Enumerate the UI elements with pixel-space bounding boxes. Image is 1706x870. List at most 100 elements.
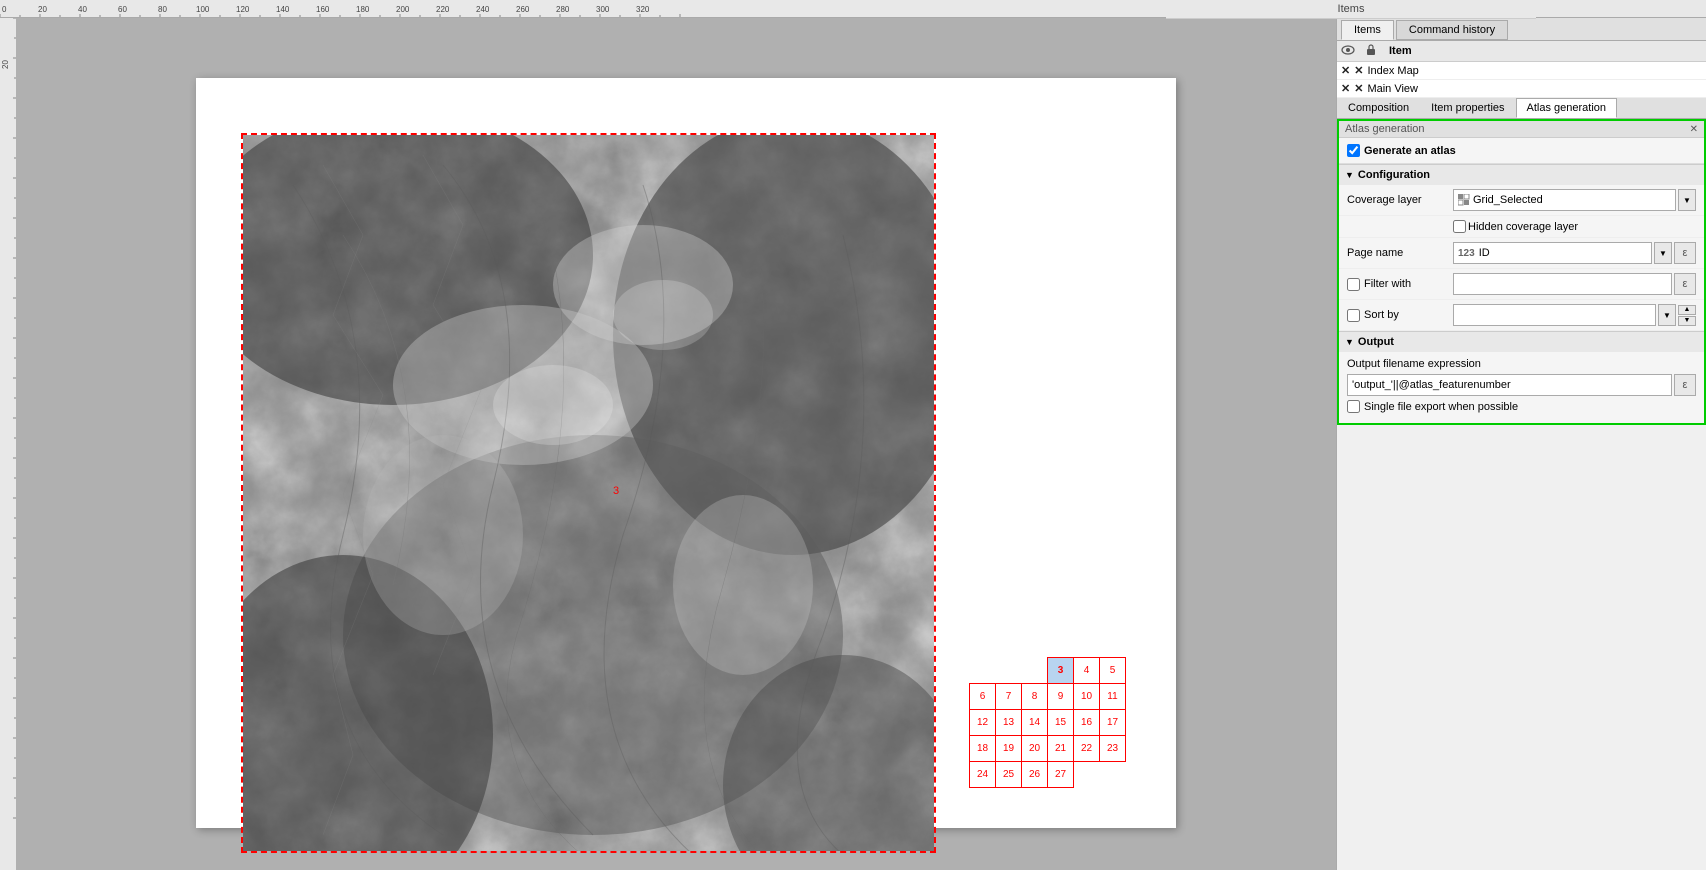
page-name-value: ID [1479, 247, 1490, 259]
tab-items[interactable]: Items [1341, 20, 1394, 40]
generate-atlas-checkbox[interactable] [1347, 144, 1360, 157]
items-header: Item [1337, 41, 1706, 62]
output-filename-input[interactable] [1347, 374, 1672, 396]
item-row-main-view[interactable]: ✕ ✕ Main View [1337, 80, 1706, 98]
svg-text:120: 120 [236, 5, 250, 14]
hidden-coverage-text: Hidden coverage layer [1468, 221, 1578, 233]
filter-with-checkbox[interactable] [1347, 278, 1360, 291]
sort-by-input[interactable] [1453, 304, 1656, 326]
coverage-layer-value: Grid_Selected [1473, 194, 1543, 206]
single-file-label: Single file export when possible [1364, 401, 1518, 413]
svg-text:20: 20 [1, 60, 10, 69]
page-name-dropdown[interactable]: ▼ [1654, 242, 1672, 264]
svg-text:20: 20 [38, 5, 47, 14]
item-name-main: Main View [1367, 83, 1702, 95]
props-content: Atlas generation ✕ Generate an atlas ▼ [1337, 119, 1706, 870]
items-panel: Item ✕ ✕ Index Map ✕ ✕ Main View [1337, 41, 1706, 98]
page-white: 3 34567891011121314151617181920212223242… [196, 78, 1176, 828]
col-eye-icon [1341, 44, 1361, 59]
atlas-section-label: Atlas generation [1345, 123, 1425, 135]
coverage-layer-field-group: Grid_Selected ▼ [1453, 189, 1696, 211]
config-section: ▼ Configuration Coverage layer Grid_Sele… [1339, 164, 1704, 331]
svg-text:0: 0 [2, 5, 7, 14]
tab-command-history[interactable]: Command history [1396, 20, 1508, 40]
sort-by-label: Sort by [1364, 309, 1464, 321]
single-file-row: Single file export when possible [1347, 396, 1696, 417]
output-section-title[interactable]: ▼ Output [1339, 332, 1704, 352]
page-name-field[interactable]: 123 ID [1453, 242, 1652, 264]
generate-atlas-label[interactable]: Generate an atlas [1347, 144, 1456, 157]
generate-row: Generate an atlas [1339, 138, 1704, 164]
page-name-epsilon-btn[interactable]: ε [1674, 242, 1696, 264]
filter-with-input[interactable] [1453, 273, 1672, 295]
filter-with-label: Filter with [1364, 278, 1464, 290]
tab-composition[interactable]: Composition [1337, 98, 1420, 118]
svg-text:140: 140 [276, 5, 290, 14]
output-section: ▼ Output Output filename expression ε [1339, 331, 1704, 423]
filter-with-row: Filter with ε [1339, 269, 1704, 300]
svg-text:40: 40 [78, 5, 87, 14]
tab-atlas-generation[interactable]: Atlas generation [1516, 98, 1618, 118]
svg-text:220: 220 [436, 5, 450, 14]
coverage-layer-label: Coverage layer [1347, 194, 1447, 206]
id-icon: 123 [1458, 248, 1475, 259]
svg-text:260: 260 [516, 5, 530, 14]
filter-epsilon-btn[interactable]: ε [1674, 273, 1696, 295]
page-name-field-group: 123 ID ▼ ε [1453, 242, 1696, 264]
page-name-label: Page name [1347, 247, 1447, 259]
atlas-section-header: Atlas generation ✕ [1339, 121, 1704, 138]
ruler-left: 20 [0, 18, 16, 870]
sort-direction-btns: ▲ ▼ [1678, 305, 1696, 326]
single-file-checkbox[interactable] [1347, 400, 1360, 413]
visibility-icon-main[interactable]: ✕ [1341, 82, 1350, 95]
col-lock-icon [1365, 43, 1385, 59]
output-filename-label: Output filename expression [1347, 358, 1696, 370]
config-section-title[interactable]: ▼ Configuration [1339, 165, 1704, 185]
page-name-row: Page name 123 ID ▼ ε [1339, 238, 1704, 269]
props-tabs: Composition Item properties Atlas genera… [1337, 98, 1706, 119]
sort-by-row: Sort by ▼ ▲ ▼ [1339, 300, 1704, 331]
output-content: Output filename expression ε Single file… [1339, 352, 1704, 423]
config-arrow-icon: ▼ [1345, 170, 1354, 180]
top-panel-tabs: ItemsCommand history [1337, 18, 1706, 41]
right-panel: ItemsCommand history Item ✕ ✕ Index Map … [1336, 18, 1706, 870]
visibility-icon-index[interactable]: ✕ [1341, 64, 1350, 77]
svg-text:200: 200 [396, 5, 410, 14]
sort-up-btn[interactable]: ▲ [1678, 305, 1696, 315]
svg-text:300: 300 [596, 5, 610, 14]
output-epsilon-btn[interactable]: ε [1674, 374, 1696, 396]
map-terrain: 3 [243, 135, 934, 851]
hidden-coverage-field-group: Hidden coverage layer [1453, 220, 1696, 233]
sort-down-btn[interactable]: ▼ [1678, 316, 1696, 326]
svg-text:100: 100 [196, 5, 210, 14]
lock-icon-main[interactable]: ✕ [1354, 82, 1363, 95]
output-field-row: ε [1347, 374, 1696, 396]
sort-by-field-group: ▼ ▲ ▼ [1453, 304, 1696, 326]
index-grid: 3456789101112131415161718192021222324252… [969, 657, 1126, 788]
config-title-label: Configuration [1358, 169, 1430, 181]
sort-by-checkbox[interactable] [1347, 309, 1360, 322]
svg-text:280: 280 [556, 5, 570, 14]
hidden-coverage-row: Hidden coverage layer [1339, 216, 1704, 238]
items-col-header: Item [1389, 45, 1702, 57]
svg-text:240: 240 [476, 5, 490, 14]
lock-icon-index[interactable]: ✕ [1354, 64, 1363, 77]
item-row-index-map[interactable]: ✕ ✕ Index Map [1337, 62, 1706, 80]
svg-text:160: 160 [316, 5, 330, 14]
hidden-coverage-checkbox[interactable] [1453, 220, 1466, 233]
atlas-panel: Atlas generation ✕ Generate an atlas ▼ [1337, 119, 1706, 425]
output-title-label: Output [1358, 336, 1394, 348]
items-center-label: Items [1166, 0, 1536, 19]
svg-text:180: 180 [356, 5, 370, 14]
section-close-btn[interactable]: ✕ [1690, 124, 1698, 135]
coverage-layer-row: Coverage layer Grid_Selected ▼ [1339, 185, 1704, 216]
sort-by-dropdown[interactable]: ▼ [1658, 304, 1676, 326]
filter-with-field-group: ε [1453, 273, 1696, 295]
tab-item-properties[interactable]: Item properties [1420, 98, 1515, 118]
svg-text:320: 320 [636, 5, 650, 14]
canvas-area: 3 34567891011121314151617181920212223242… [16, 18, 1336, 870]
grid-icon [1458, 194, 1470, 206]
map-label-3: 3 [613, 485, 619, 497]
coverage-layer-dropdown[interactable]: ▼ [1678, 189, 1696, 211]
svg-text:60: 60 [118, 5, 127, 14]
